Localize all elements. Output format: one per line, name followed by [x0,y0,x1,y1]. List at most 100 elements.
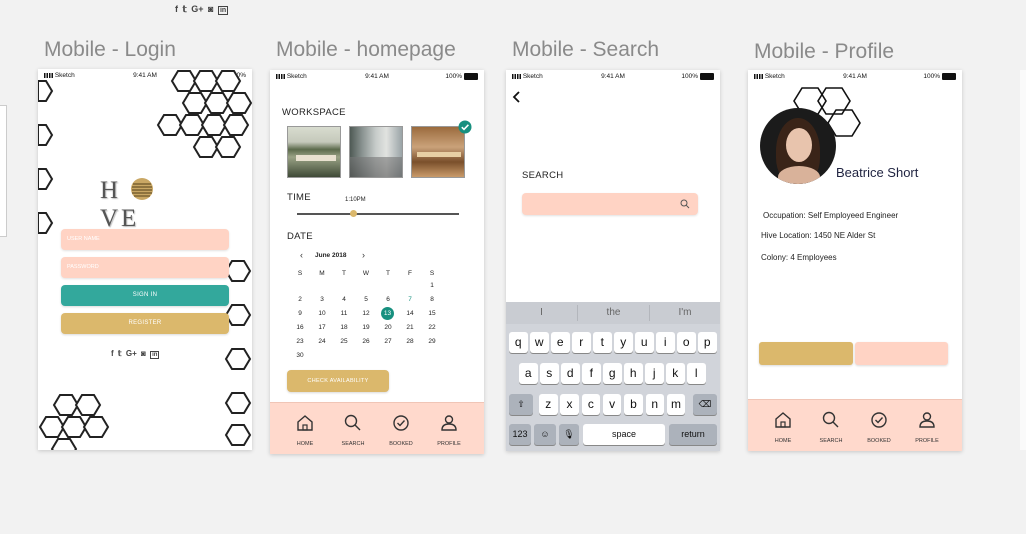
key-y[interactable]: y [614,332,633,353]
calendar-day[interactable]: 3 [314,296,330,303]
key-x[interactable]: x [560,394,579,415]
key-a[interactable]: a [519,363,538,384]
shift-key[interactable]: ⇧ [509,394,533,415]
key-i[interactable]: i [656,332,675,353]
calendar-day[interactable]: 21 [402,324,418,331]
suggestion-2[interactable]: the [578,307,649,318]
calendar-day[interactable]: 12 [358,310,374,317]
workspace-photo-1[interactable] [287,126,341,178]
emoji-key[interactable]: ☺ [534,424,556,445]
calendar-day[interactable]: 9 [292,310,308,317]
search-title: SEARCH [522,170,564,181]
workspace-photo-2[interactable] [349,126,403,178]
key-z[interactable]: z [539,394,558,415]
key-s[interactable]: s [540,363,559,384]
calendar-day[interactable]: 20 [380,324,396,331]
tab-label: HOME [296,441,314,447]
calendar-day-selected[interactable]: 13 [381,307,394,320]
twitter-icon[interactable]: 𝕥 [183,4,187,15]
space-key[interactable]: space [583,424,665,445]
tab-bar: HOME SEARCH BOOKED PROFILE [748,399,962,451]
logo-letter-h: H [100,177,122,204]
search-icon [821,410,841,430]
key-l[interactable]: l [687,363,706,384]
calendar-day[interactable]: 22 [424,324,440,331]
calendar-day[interactable]: 14 [402,310,418,317]
key-e[interactable]: e [551,332,570,353]
calendar-day[interactable]: 5 [358,296,374,303]
google-plus-icon[interactable]: G+ [191,4,203,14]
password-field[interactable]: PASSWORD [61,257,229,278]
key-q[interactable]: q [509,332,528,353]
weekday-label: W [362,270,370,277]
workspace-photo-3[interactable] [411,126,465,178]
key-v[interactable]: v [602,394,622,415]
key-k[interactable]: k [666,363,685,384]
calendar-day[interactable]: 17 [314,324,330,331]
calendar-day[interactable]: 7 [402,296,418,303]
calendar-day[interactable]: 6 [380,296,396,303]
username-field[interactable]: USER NAME [61,229,229,250]
microphone-key[interactable]: 🎙 [559,424,579,445]
google-plus-icon[interactable]: G+ [126,349,137,358]
calendar-day[interactable]: 15 [424,310,440,317]
key-c[interactable]: c [581,394,601,415]
time-title: TIME [287,192,311,203]
facebook-icon[interactable]: f [111,349,114,358]
key-m[interactable]: m [666,394,686,415]
key-b[interactable]: b [624,394,643,415]
calendar-day[interactable]: 4 [336,296,352,303]
facebook-icon[interactable]: f [175,4,178,14]
calendar-day[interactable]: 1 [424,282,440,289]
key-g[interactable]: g [603,363,622,384]
suggestion-3[interactable]: I'm [650,307,720,318]
key-r[interactable]: r [572,332,591,353]
check-availability-button[interactable]: CHECK AVAILABILITY [287,370,389,392]
calendar-day[interactable]: 28 [402,338,418,345]
calendar-day[interactable]: 8 [424,296,440,303]
calendar-day[interactable]: 26 [358,338,374,345]
key-w[interactable]: w [530,332,549,353]
calendar-day[interactable]: 2 [292,296,308,303]
calendar-day[interactable]: 29 [424,338,440,345]
sign-in-button[interactable]: SIGN IN [61,285,229,306]
key-j[interactable]: j [645,363,664,384]
time-slider-thumb[interactable] [350,210,358,217]
calendar-day[interactable]: 19 [358,324,374,331]
back-chevron-icon[interactable] [512,90,522,104]
profile-peach-button[interactable] [855,342,948,365]
linkedin-icon[interactable]: in [150,351,160,359]
profile-gold-button[interactable] [759,342,853,365]
calendar-day[interactable]: 23 [292,338,308,345]
suggestion-1[interactable]: I [506,307,577,318]
calendar-day[interactable]: 25 [336,338,352,345]
key-t[interactable]: t [593,332,612,353]
numbers-key[interactable]: 123 [509,424,531,445]
calendar-day[interactable]: 10 [314,310,330,317]
avatar [760,108,836,184]
linkedin-icon[interactable]: in [217,6,229,15]
instagram-icon[interactable]: ◙ [141,349,146,358]
backspace-key[interactable]: ⌫ [693,394,717,415]
register-button[interactable]: REGISTER [61,313,229,334]
next-month-icon[interactable]: › [362,250,365,260]
key-u[interactable]: u [635,332,654,353]
calendar-day[interactable]: 30 [292,352,308,359]
calendar-day[interactable]: 16 [292,324,308,331]
key-f[interactable]: f [582,363,601,384]
calendar-day[interactable]: 18 [336,324,352,331]
instagram-icon[interactable]: ◙ [208,4,213,14]
prev-month-icon[interactable]: ‹ [300,250,303,260]
calendar-day[interactable]: 11 [336,310,352,317]
twitter-icon[interactable]: 𝕥 [118,349,122,358]
key-h[interactable]: h [624,363,643,384]
calendar-day[interactable]: 27 [380,338,396,345]
calendar-day[interactable]: 24 [314,338,330,345]
key-p[interactable]: p [698,332,717,353]
return-key[interactable]: return [669,424,717,445]
search-input[interactable] [522,193,698,215]
time-slider-track[interactable] [297,213,459,215]
key-d[interactable]: d [561,363,580,384]
key-o[interactable]: o [677,332,696,353]
key-n[interactable]: n [645,394,664,415]
